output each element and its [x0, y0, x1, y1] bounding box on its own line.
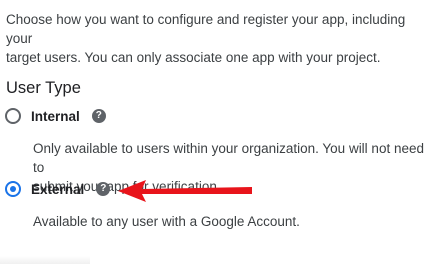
external-radio[interactable]	[5, 181, 21, 197]
intro-line-1: Choose how you want to configure and reg…	[6, 12, 406, 46]
internal-label[interactable]: Internal	[31, 109, 80, 124]
external-description: Available to any user with a Google Acco…	[33, 212, 433, 231]
intro-text: Choose how you want to configure and reg…	[6, 10, 432, 67]
internal-radio[interactable]	[5, 108, 21, 124]
internal-description-line-1: Only available to users within your orga…	[33, 141, 424, 175]
external-label[interactable]: External	[31, 182, 84, 197]
intro-line-2: target users. You can only associate one…	[6, 50, 381, 65]
option-internal[interactable]: Internal ?	[5, 106, 106, 126]
help-circle-icon[interactable]: ?	[96, 182, 111, 196]
external-description-line-1: Available to any user with a Google Acco…	[33, 214, 300, 229]
user-type-title: User Type	[6, 79, 81, 97]
oauth-consent-user-type-panel: Choose how you want to configure and reg…	[0, 0, 440, 264]
help-circle-icon[interactable]: ?	[91, 109, 106, 123]
option-external[interactable]: External ?	[5, 179, 111, 199]
red-arrow-annotation	[118, 180, 252, 202]
bottom-divider-fade	[0, 256, 90, 264]
